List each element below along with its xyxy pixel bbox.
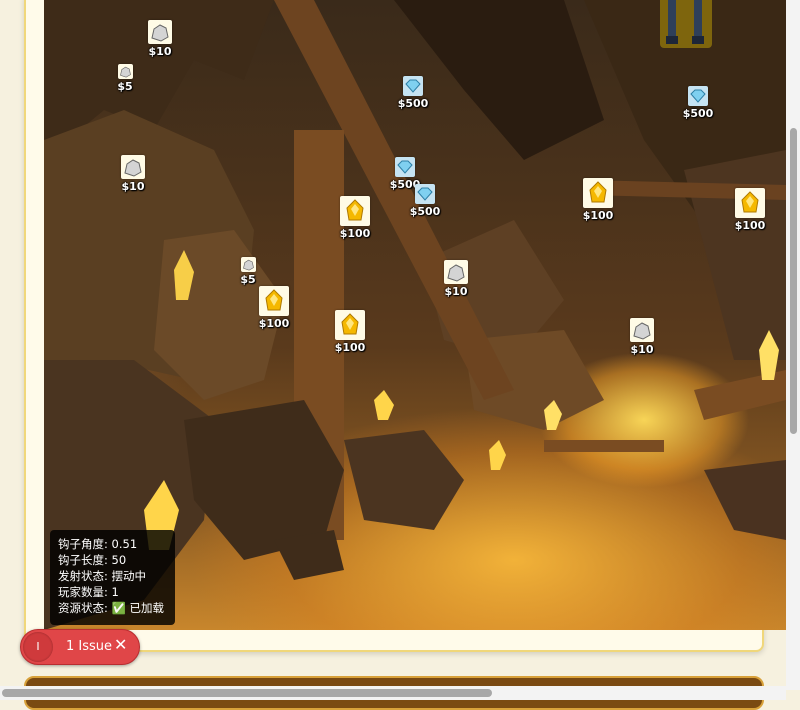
diamond-icon (415, 184, 435, 204)
player-count-text: 玩家数量: 1 (58, 585, 119, 599)
diamond-icon (403, 76, 423, 96)
hook-length-text: 钩子长度: 50 (58, 553, 127, 567)
item-price: $500 (409, 205, 441, 218)
item-price: $10 (148, 45, 172, 58)
item-price: $100 (582, 209, 614, 222)
issue-avatar: I (23, 632, 53, 662)
item-price: $100 (339, 227, 371, 240)
item-price: $5 (240, 273, 256, 286)
hook-icon (656, 0, 716, 52)
item-price: $500 (397, 97, 429, 110)
rock-item[interactable]: $5 (218, 257, 278, 286)
gold-item[interactable]: $100 (720, 188, 780, 232)
diamond-item[interactable]: $500 (395, 184, 455, 218)
issue-badge[interactable]: I 1 Issue ✕ (20, 629, 140, 665)
vertical-scrollbar[interactable] (786, 0, 800, 690)
asset-state-text: 资源状态: ✅ 已加载 (58, 601, 165, 615)
debug-panel: 钩子角度: 0.51 钩子长度: 50 发射状态: 摆动中 玩家数量: 1 资源… (50, 530, 175, 625)
horizontal-scroll-thumb[interactable] (2, 689, 492, 697)
rock-icon (240, 257, 256, 272)
gold-item[interactable]: $100 (325, 196, 385, 240)
item-price: $10 (444, 285, 468, 298)
item-price: $5 (117, 80, 133, 93)
gold-nugget-icon (335, 310, 365, 340)
gold-nugget-icon (259, 286, 289, 316)
close-icon[interactable]: ✕ (114, 636, 127, 654)
rock-icon (630, 318, 654, 342)
gold-item[interactable]: $100 (568, 178, 628, 222)
gold-nugget-icon (735, 188, 765, 218)
rock-item[interactable]: $5 (95, 64, 155, 93)
rock-item[interactable]: $10 (103, 155, 163, 193)
item-price: $100 (258, 317, 290, 330)
item-price: $10 (630, 343, 654, 356)
rock-item[interactable]: $10 (612, 318, 672, 356)
launch-state-text: 发射状态: 摆动中 (58, 569, 147, 583)
item-price: $500 (682, 107, 714, 120)
rock-icon (117, 64, 133, 79)
gold-item[interactable]: $100 (320, 310, 380, 354)
rock-icon (444, 260, 468, 284)
item-price: $100 (734, 219, 766, 232)
gold-nugget-icon (583, 178, 613, 208)
item-price: $100 (334, 341, 366, 354)
vertical-scroll-thumb[interactable] (790, 128, 797, 434)
rock-item[interactable]: $10 (426, 260, 486, 298)
item-price: $10 (121, 180, 145, 193)
diamond-icon (395, 157, 415, 177)
hook-angle-text: 钩子角度: 0.51 (58, 537, 138, 551)
gold-nugget-icon (340, 196, 370, 226)
issue-count-label[interactable]: 1 Issue (66, 639, 112, 654)
rock-item[interactable]: $10 (130, 20, 190, 58)
diamond-icon (688, 86, 708, 106)
rock-icon (148, 20, 172, 44)
diamond-item[interactable]: $500 (383, 76, 443, 110)
horizontal-scrollbar[interactable] (0, 686, 786, 700)
gold-item[interactable]: $100 (244, 286, 304, 330)
diamond-item[interactable]: $500 (668, 86, 728, 120)
rock-icon (121, 155, 145, 179)
